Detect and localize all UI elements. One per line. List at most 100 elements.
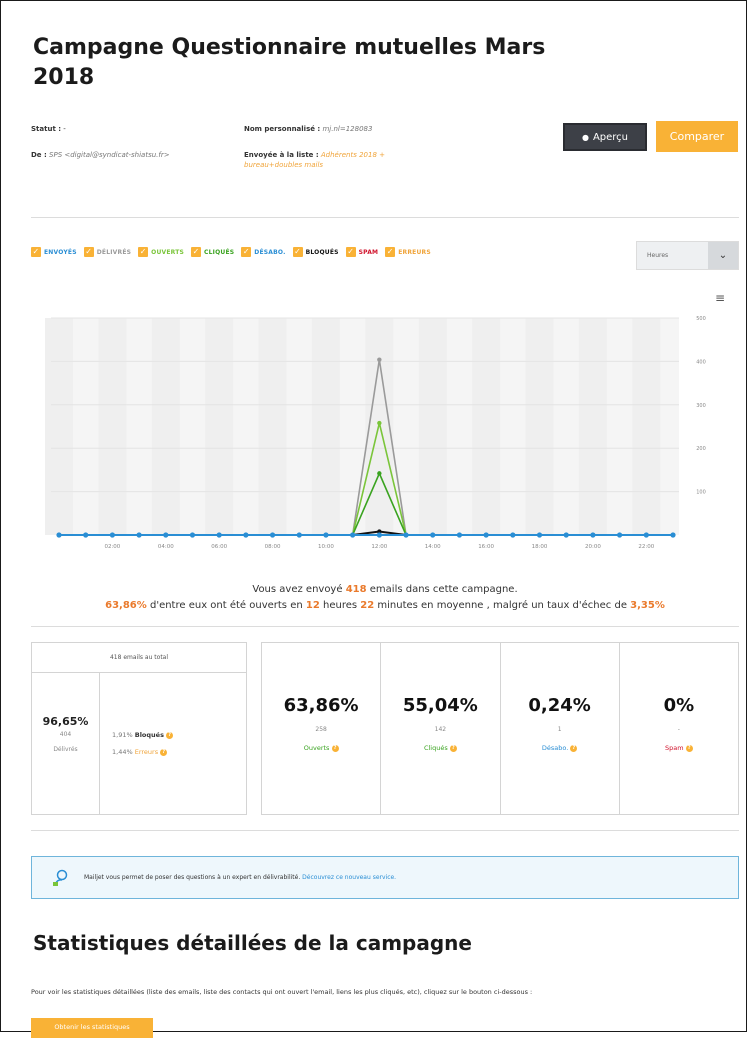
banner-link[interactable]: Découvrez ce nouveau service. [302, 874, 396, 881]
x-tick-label: 12:00 [371, 544, 387, 550]
checkbox-icon: ✓ [138, 247, 149, 257]
help-icon[interactable]: ? [331, 744, 339, 752]
data-point [483, 532, 489, 538]
eye-icon: ● [581, 132, 589, 142]
totals-box: 418 emails au total 96,65% 404 Délivrés … [31, 642, 247, 815]
x-tick-label: 14:00 [425, 544, 441, 550]
data-point [269, 532, 276, 538]
x-tick-label: 08:00 [265, 544, 281, 550]
legend-label: OUVERTS [151, 248, 185, 256]
x-tick-label: 16:00 [478, 544, 494, 550]
data-point [376, 532, 382, 538]
legend-toggle-délivrés[interactable]: ✓ DÉLIVRÉS [83, 247, 132, 257]
legend-toggle-bloqués[interactable]: ✓ BLOQUÉS [292, 247, 339, 257]
page-frame: Campagne Questionnaire mutuelles Mars 20… [0, 0, 747, 1038]
custom-name-field: Nom personnalisé : mj.nl=128083 [244, 125, 373, 133]
stat-cliqués: 55,04% 142 Cliqués ? [381, 643, 501, 814]
data-point [83, 532, 89, 538]
y-tick-label: 300 [696, 403, 706, 409]
totals-header: 418 emails au total [32, 643, 246, 673]
legend-toggle-erreurs[interactable]: ✓ ERREURS [385, 247, 431, 257]
summary-line-2: 63,86% d'entre eux ont été ouverts en 12… [105, 600, 665, 611]
help-icon[interactable]: ? [449, 744, 457, 752]
statut-field: Statut : - [31, 125, 66, 133]
stat-count: - [677, 726, 680, 733]
data-point [377, 471, 382, 476]
data-point [617, 532, 623, 538]
help-icon[interactable]: ? [166, 731, 174, 739]
y-tick-label: 100 [696, 490, 706, 496]
page-title: Campagne Questionnaire mutuelles Mars 20… [33, 35, 546, 90]
data-point [163, 532, 169, 538]
engagement-stats: 63,86% 258 Ouverts ? 55,04% 142 Cliqués ? 0,24… [261, 642, 739, 815]
activity-chart: 100 200 300 400 500 02:00 04:00 06:00 08:00 10:00… [45, 316, 706, 550]
preview-button[interactable]: ● Aperçu [563, 123, 647, 151]
data-point [536, 532, 543, 538]
stat-count: 258 [315, 726, 327, 733]
y-tick-label: 500 [696, 316, 706, 322]
legend-toggle-cliqués[interactable]: ✓ CLIQUÉS [191, 247, 234, 257]
data-point [216, 532, 222, 538]
help-icon[interactable]: ? [570, 744, 578, 752]
checkbox-icon: ✓ [241, 247, 252, 257]
details-text: Pour voir les statistiques détaillées (l… [31, 988, 533, 996]
divider [31, 626, 739, 627]
legend-toggle-ouverts[interactable]: ✓ OUVERTS [138, 247, 184, 257]
y-tick-label: 400 [696, 359, 706, 365]
stat-désabo: 0,24% 1 Désabo. ? [501, 643, 620, 814]
help-icon[interactable]: ? [160, 748, 168, 756]
legend-toggle-spam[interactable]: ✓ SPAM [345, 247, 379, 257]
details-title: Statistiques détaillées de la campagne [33, 931, 472, 955]
x-tick-label: 18:00 [532, 544, 548, 550]
checkbox-icon: ✓ [83, 247, 94, 257]
plot-band [525, 318, 554, 535]
delivered-stat: 96,65% 404 Délivrés [32, 673, 100, 814]
checkbox-icon: ✓ [292, 247, 303, 257]
plot-band [45, 318, 73, 535]
sender-field: De : SPS <digital@syndicat-shiatsu.fr> [31, 151, 170, 159]
stat-percent: 0% [663, 695, 695, 716]
granularity-select[interactable]: Heures ⌄ [636, 241, 739, 270]
get-stats-button[interactable]: Obtenir les statistiques [31, 1018, 153, 1038]
divider [31, 217, 739, 218]
divider [31, 830, 739, 831]
summary-line-1: Vous avez envoyé 418 emails dans cette c… [252, 584, 518, 595]
plot-band [205, 318, 234, 535]
data-point [643, 532, 649, 538]
legend-label: DÉLIVRÉS [96, 248, 132, 256]
data-point [323, 532, 329, 538]
x-tick-label: 04:00 [158, 544, 174, 550]
stat-label: Cliqués ? [381, 744, 499, 752]
checkbox-icon: ✓ [385, 247, 396, 257]
y-tick-label: 200 [696, 446, 706, 452]
data-point [403, 532, 409, 538]
x-tick-label: 20:00 [585, 544, 601, 550]
plot-band [151, 318, 180, 535]
stat-ouverts: 63,86% 258 Ouverts ? [262, 643, 382, 814]
data-point [109, 532, 115, 538]
data-point [377, 357, 382, 362]
deliverability-banner: Mailjet vous permet de poser des questio… [31, 856, 739, 899]
data-point [510, 532, 516, 538]
data-point [56, 532, 62, 538]
plot-band [632, 318, 661, 535]
data-point [590, 532, 596, 538]
data-point [670, 532, 676, 538]
stat-percent: 63,86% [283, 695, 359, 716]
x-tick-label: 22:00 [638, 544, 654, 550]
legend-toggle-désabo[interactable]: ✓ DÉSABO. [241, 247, 285, 257]
help-icon[interactable]: ? [685, 744, 693, 752]
data-point [296, 532, 302, 538]
compare-button[interactable]: Comparer [656, 121, 738, 152]
stat-label: Ouverts ? [262, 744, 380, 752]
legend-label: ENVOYÉS [44, 248, 77, 256]
legend-label: ERREURS [398, 248, 431, 256]
chevron-down-icon: ⌄ [708, 242, 738, 269]
data-point [189, 532, 196, 538]
stat-spam: 0% - Spam ? [620, 643, 738, 814]
data-point [377, 420, 382, 426]
plot-band [472, 318, 501, 535]
legend-label: DÉSABO. [254, 248, 286, 256]
errors-stat: 1,44% Erreurs ? [112, 744, 173, 761]
legend-toggle-envoyés[interactable]: ✓ ENVOYÉS [31, 247, 77, 257]
